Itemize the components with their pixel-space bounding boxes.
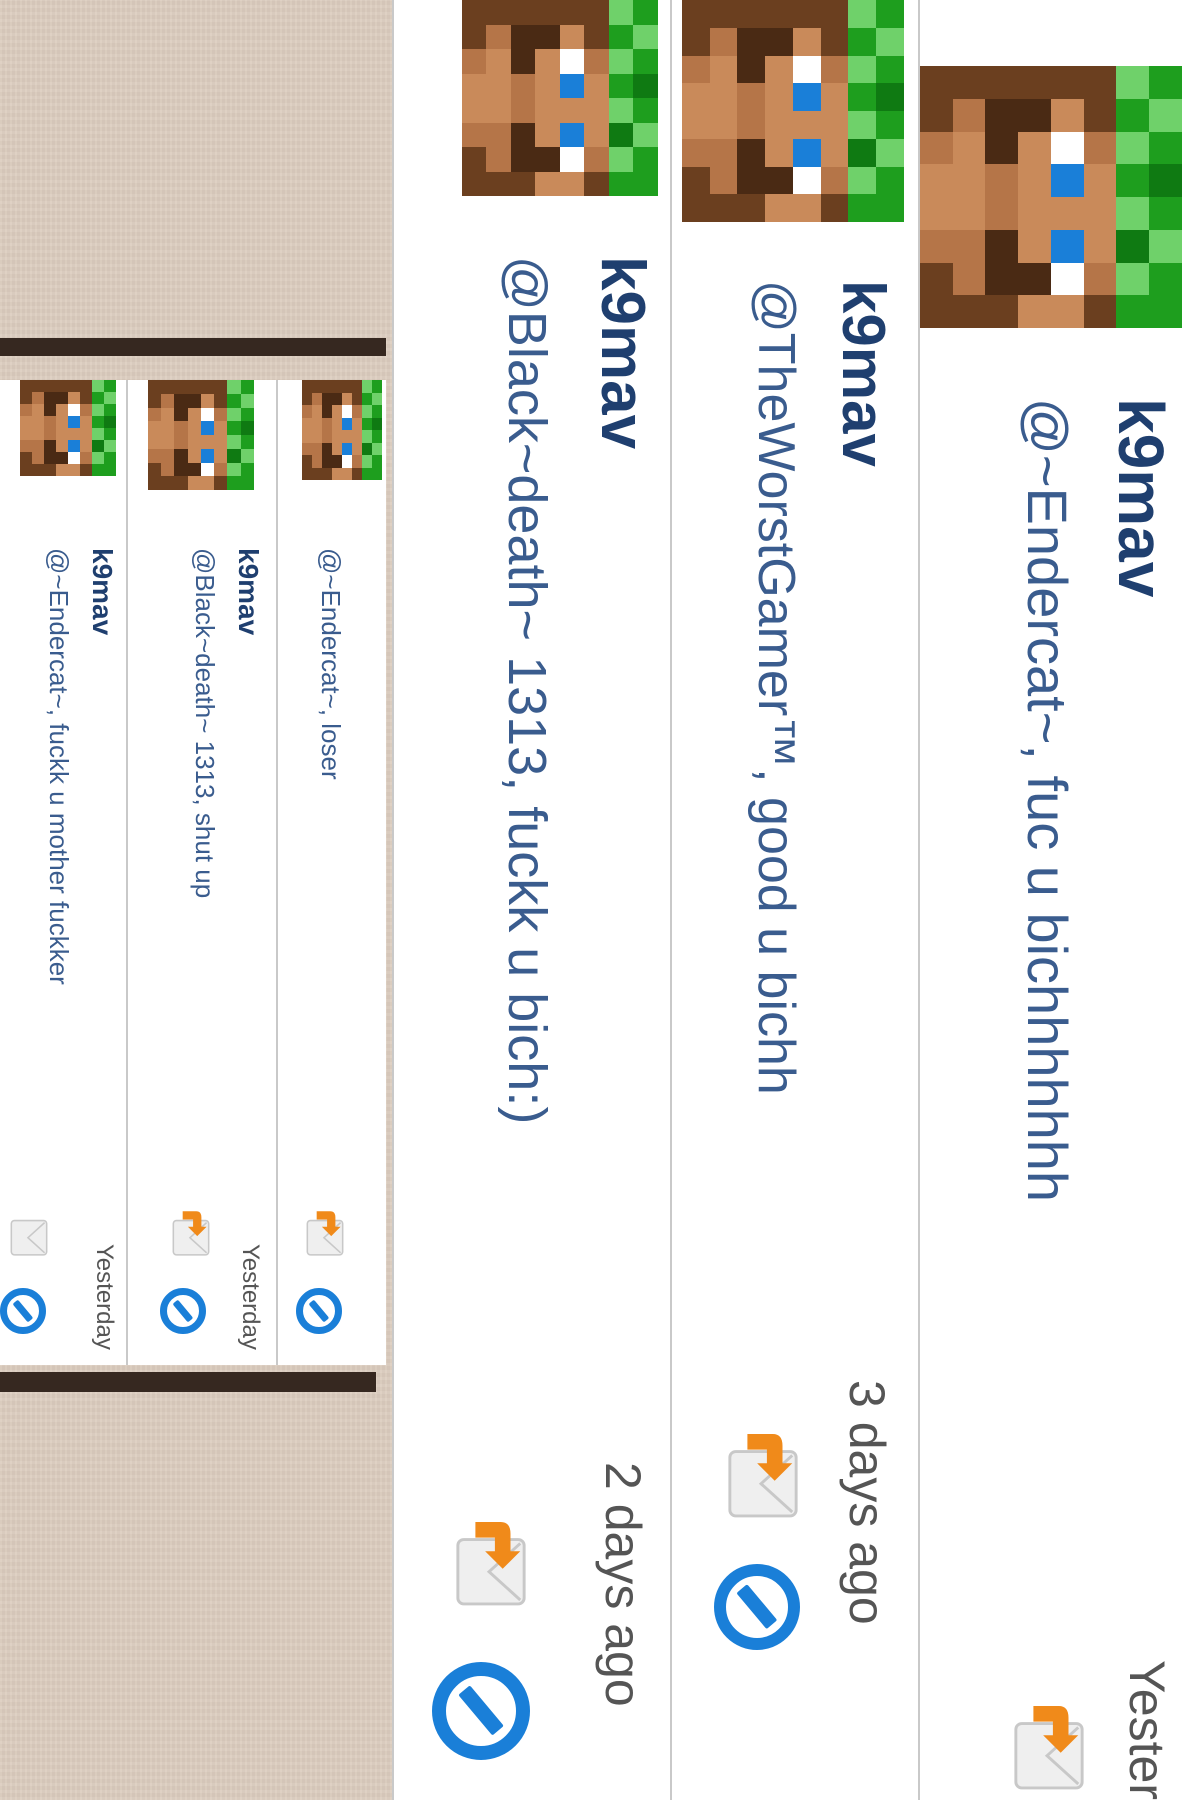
comment-username[interactable]: k9mav	[1104, 398, 1178, 597]
avatar-icon[interactable]	[920, 66, 1182, 328]
comment-time: 2 days ago	[595, 1462, 651, 1707]
large-comment-panel: k9mav @~Endercat~, fuc u bichhhhhhh Yest…	[392, 0, 1200, 1800]
comment-item: k9mav @TheWorstGamer™, good u bichh 3 da…	[670, 0, 918, 1800]
reply-envelope-icon[interactable]	[452, 1512, 530, 1610]
reply-envelope-icon[interactable]	[170, 1206, 212, 1258]
comment-text: @TheWorstGamer™, good u bichh	[747, 280, 805, 1095]
comment-username[interactable]: k9mav	[86, 548, 118, 635]
reply-envelope-icon[interactable]	[304, 1206, 346, 1258]
block-icon[interactable]	[0, 1288, 46, 1334]
comment-item: k9mav @~Endercat~, fuckk u mother fuckke…	[0, 380, 126, 1365]
small-comment-panel: @~Endercat~, loser k9mav @Black~death~ 1…	[0, 380, 386, 1365]
large-comment-list: k9mav @~Endercat~, fuc u bichhhhhhh Yest…	[392, 0, 1200, 1800]
block-icon[interactable]	[160, 1288, 206, 1334]
comment-item: k9mav @Black~death~ 1313, shut up Yester…	[126, 380, 276, 1365]
comment-text: @Black~death~ 1313, shut up	[190, 548, 220, 899]
frame-bar-left	[0, 338, 386, 356]
reply-envelope-icon[interactable]	[8, 1206, 50, 1258]
reply-envelope-icon[interactable]	[1010, 1696, 1088, 1794]
comment-item: @~Endercat~, loser	[276, 380, 386, 1365]
avatar-icon[interactable]	[148, 380, 254, 490]
comment-username[interactable]: k9mav	[232, 548, 264, 635]
comment-text: @Black~death~ 1313, fuckk u bich:)	[497, 256, 557, 1125]
avatar-icon[interactable]	[302, 380, 382, 480]
avatar-icon[interactable]	[462, 0, 658, 196]
block-icon[interactable]	[432, 1662, 530, 1760]
comment-time: Yesterday	[237, 1244, 264, 1350]
comment-username[interactable]: k9mav	[587, 256, 658, 449]
comment-item: k9mav @~Endercat~, fuc u bichhhhhhh Yest…	[918, 0, 1200, 1800]
comment-text: @~Endercat~, loser	[316, 548, 346, 780]
comment-text: @~Endercat~, fuc u bichhhhhhh	[1016, 398, 1079, 1203]
small-comment-list: @~Endercat~, loser k9mav @Black~death~ 1…	[0, 380, 386, 1365]
comment-time: Yesterday	[1119, 1660, 1175, 1800]
comment-time: 3 days ago	[839, 1380, 895, 1625]
block-icon[interactable]	[296, 1288, 342, 1334]
avatar-icon[interactable]	[682, 0, 904, 222]
frame-bar-mid	[0, 1372, 376, 1392]
comment-username[interactable]: k9mav	[829, 280, 898, 467]
reply-envelope-icon[interactable]	[724, 1424, 802, 1522]
comment-time: Yesterday	[91, 1244, 118, 1350]
block-icon[interactable]	[714, 1564, 800, 1650]
comment-text: @~Endercat~, fuckk u mother fuckker	[44, 548, 74, 985]
comment-item: k9mav @Black~death~ 1313, fuckk u bich:)…	[392, 0, 670, 1800]
avatar-icon[interactable]	[20, 380, 116, 476]
